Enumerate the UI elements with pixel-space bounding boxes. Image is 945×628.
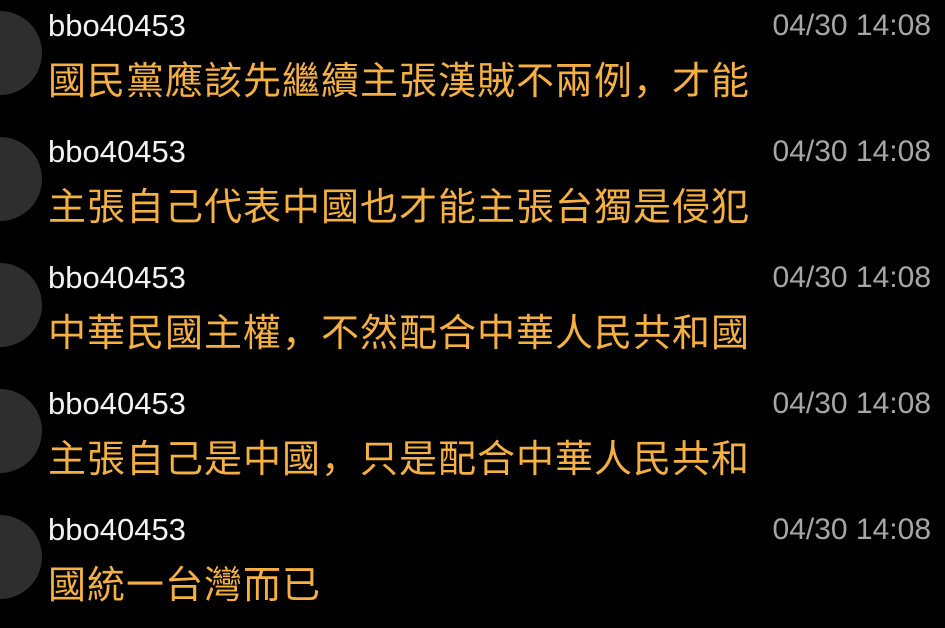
comment-text: 國民黨應該先繼續主張漢賊不兩例，才能: [48, 59, 751, 103]
comment-timestamp: 04/30 14:08: [772, 261, 931, 294]
comment-item: bbo40453 04/30 14:08 中華民國主權，不然配合中華人民共和國: [0, 252, 945, 378]
comment-item: bbo40453 04/30 14:08 主張自己代表中國也才能主張台獨是侵犯: [0, 126, 945, 252]
comment-item: bbo40453 04/30 14:08 國民黨應該先繼續主張漢賊不兩例，才能: [0, 0, 945, 126]
comment-username[interactable]: bbo40453: [48, 134, 186, 170]
comment-username[interactable]: bbo40453: [48, 8, 186, 44]
avatar[interactable]: [0, 11, 42, 95]
comment-username[interactable]: bbo40453: [48, 260, 186, 296]
comment-item: bbo40453 04/30 14:08 國統一台灣而已: [0, 504, 945, 628]
avatar[interactable]: [0, 515, 42, 599]
comment-username[interactable]: bbo40453: [48, 386, 186, 422]
comment-text: 國統一台灣而已: [48, 563, 322, 607]
comment-text: 中華民國主權，不然配合中華人民共和國: [48, 311, 751, 355]
avatar[interactable]: [0, 263, 42, 347]
comment-text: 主張自己是中國，只是配合中華人民共和: [48, 437, 751, 481]
comment-username[interactable]: bbo40453: [48, 512, 186, 548]
comment-timestamp: 04/30 14:08: [772, 387, 931, 420]
avatar[interactable]: [0, 389, 42, 473]
comment-text: 主張自己代表中國也才能主張台獨是侵犯: [48, 185, 751, 229]
avatar[interactable]: [0, 137, 42, 221]
comment-timestamp: 04/30 14:08: [772, 135, 931, 168]
comment-timestamp: 04/30 14:08: [772, 9, 931, 42]
comment-item: bbo40453 04/30 14:08 主張自己是中國，只是配合中華人民共和: [0, 378, 945, 504]
comment-timestamp: 04/30 14:08: [772, 513, 931, 546]
comment-thread: bbo40453 04/30 14:08 國民黨應該先繼續主張漢賊不兩例，才能 …: [0, 0, 945, 628]
